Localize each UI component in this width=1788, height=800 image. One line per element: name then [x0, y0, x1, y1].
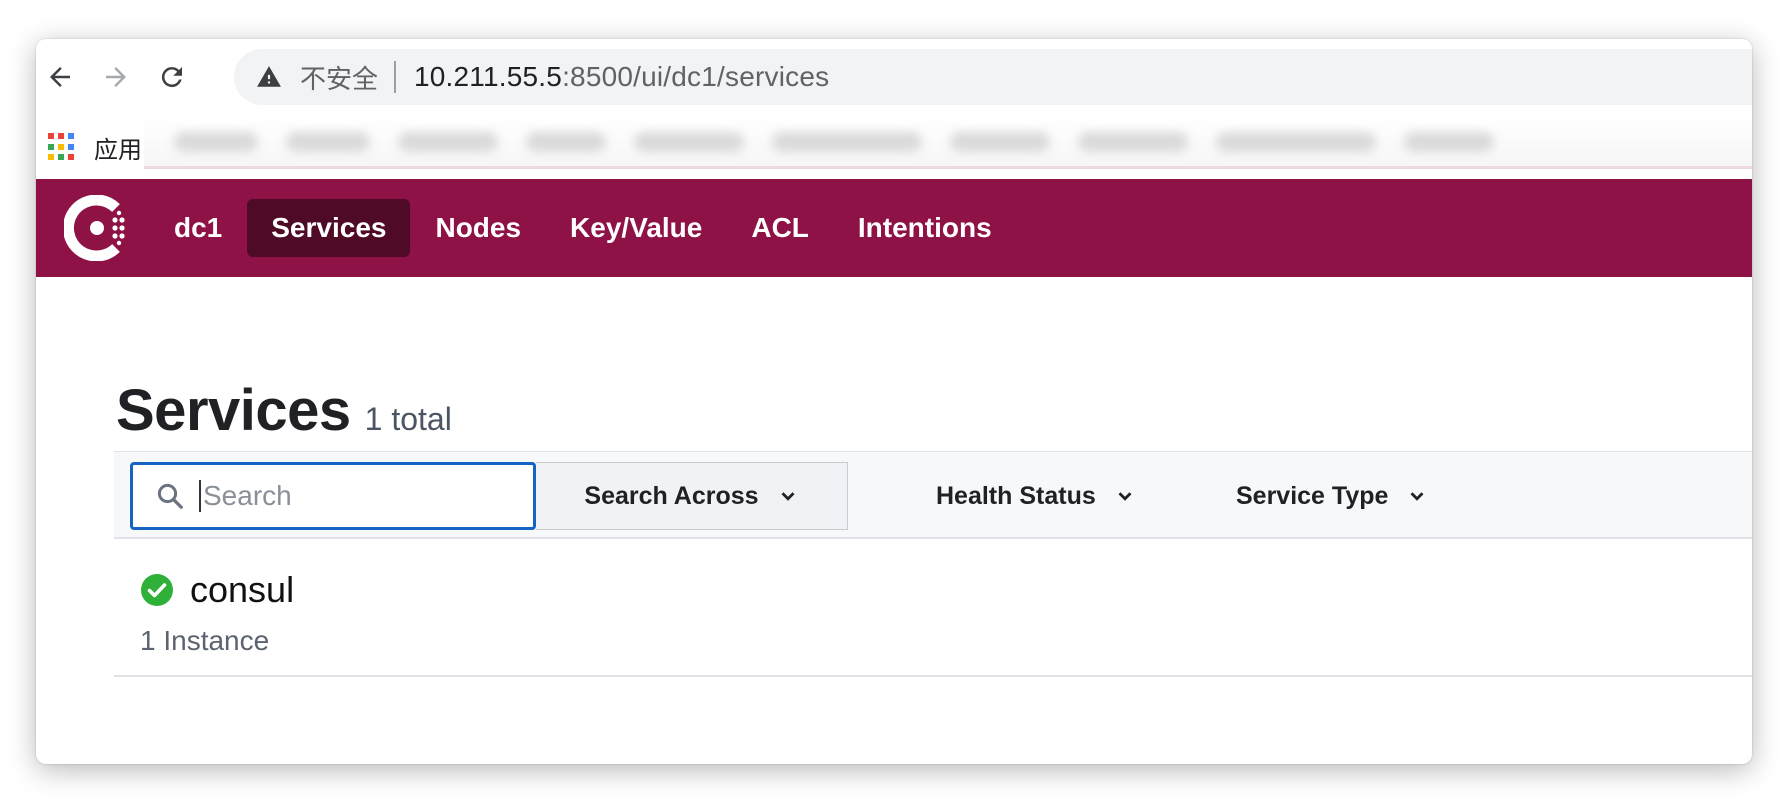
page-heading: Services 1 total: [116, 377, 452, 444]
service-name[interactable]: consul: [190, 569, 294, 611]
warning-icon[interactable]: [256, 63, 284, 91]
service-type-label: Service Type: [1236, 481, 1389, 510]
page-title: Services: [116, 378, 351, 443]
browser-window: 不安全 10.211.55.5:8500/ui/dc1/services 应用: [36, 39, 1752, 764]
service-header: consul: [140, 569, 294, 611]
nav-intentions[interactable]: Intentions: [834, 199, 1016, 257]
url-path: :8500/ui/dc1/services: [562, 61, 830, 92]
search-box[interactable]: [130, 462, 536, 530]
consul-header: dc1 Services Nodes Key/Value ACL Intenti…: [36, 179, 1752, 277]
nav-acl[interactable]: ACL: [727, 199, 833, 257]
forward-button[interactable]: [98, 59, 134, 95]
health-status-label: Health Status: [936, 481, 1096, 510]
url-host: 10.211.55.5: [414, 61, 563, 92]
search-input[interactable]: [199, 480, 499, 512]
nav-key-value[interactable]: Key/Value: [546, 199, 726, 257]
search-icon: [157, 483, 183, 509]
filter-bar: Search Across Health Status Service Type: [114, 451, 1752, 539]
chevron-down-icon: [781, 492, 795, 501]
arrow-right-icon: [106, 67, 126, 87]
address-bar[interactable]: 不安全 10.211.55.5:8500/ui/dc1/services: [234, 49, 1752, 105]
health-status-dropdown[interactable]: Health Status: [936, 462, 1136, 530]
browser-toolbar: 不安全 10.211.55.5:8500/ui/dc1/services: [36, 39, 1752, 111]
apps-label[interactable]: 应用: [94, 130, 142, 165]
instance-count: 1 Instance: [140, 625, 270, 656]
nav-nodes[interactable]: Nodes: [411, 199, 545, 257]
chevron-down-icon: [1118, 492, 1132, 501]
service-count: 1 total: [364, 401, 452, 437]
chevron-down-icon: [1410, 492, 1424, 501]
reload-icon: [161, 67, 182, 88]
list-item[interactable]: consul 1 Instance: [114, 541, 1752, 677]
reload-button[interactable]: [154, 59, 190, 95]
check-circle-icon: [141, 574, 173, 606]
service-type-dropdown[interactable]: Service Type: [1236, 462, 1428, 530]
apps-grid-icon[interactable]: [48, 133, 76, 161]
insecure-label[interactable]: 不安全: [300, 59, 378, 96]
divider: [394, 61, 397, 93]
arrow-left-icon: [50, 67, 70, 87]
blurred-bookmarks: [144, 117, 1752, 169]
search-across-dropdown[interactable]: Search Across: [536, 462, 848, 530]
datacenter-selector[interactable]: dc1: [150, 199, 246, 257]
bookmarks-bar: 应用: [36, 117, 1752, 177]
nav-services[interactable]: Services: [247, 199, 411, 257]
consul-logo-icon[interactable]: [64, 195, 130, 261]
search-across-label: Search Across: [584, 481, 759, 510]
url-text[interactable]: 10.211.55.5:8500/ui/dc1/services: [414, 61, 829, 93]
back-button[interactable]: [42, 59, 78, 95]
